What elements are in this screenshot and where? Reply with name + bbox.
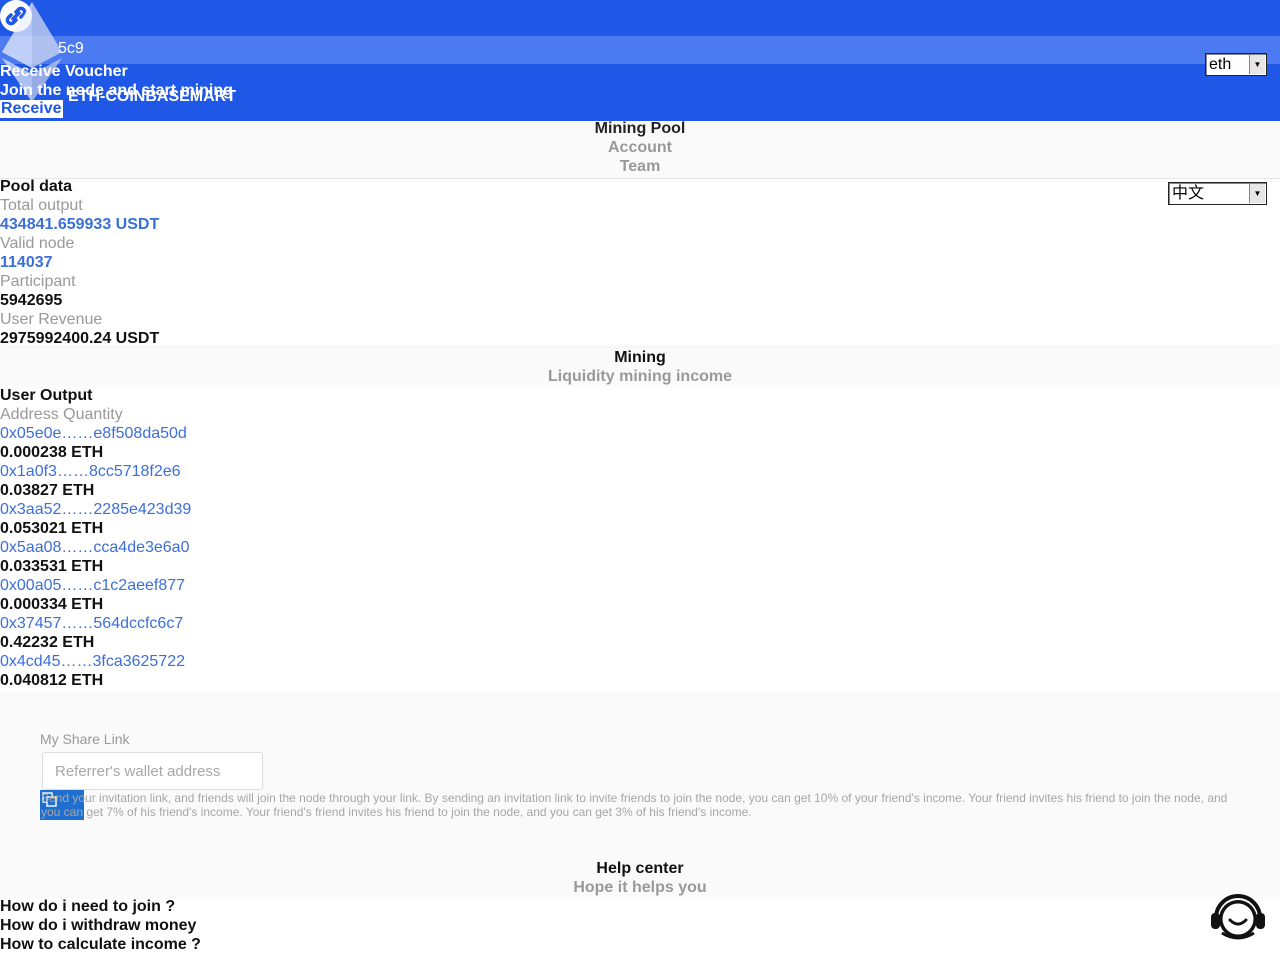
- total-output-label: Total output: [0, 197, 83, 214]
- user-revenue-label: User Revenue: [0, 311, 103, 328]
- share-link-label: My Share Link: [40, 731, 130, 747]
- output-quantity: 0.42232 ETH: [0, 634, 95, 651]
- output-address: 0x37457……564dccfc6c7: [0, 615, 184, 632]
- currency-select-value: eth: [1209, 55, 1232, 73]
- currency-select[interactable]: eth ▼: [1205, 53, 1267, 76]
- output-address: 0x05e0e……e8f508da50d: [0, 425, 187, 442]
- output-quantity: 0.03827 ETH: [0, 482, 95, 499]
- receive-voucher-label: Receive Voucher: [0, 63, 128, 80]
- output-quantity: 0.000238 ETH: [0, 444, 104, 461]
- mining-title: Mining: [614, 349, 666, 366]
- output-address: 0x4cd45……3fca3625722: [0, 653, 186, 670]
- tab-account[interactable]: Account: [0, 138, 1280, 157]
- brand-title: ETH-COINBASEMART: [68, 88, 236, 105]
- output-quantity: 0.033531 ETH: [0, 558, 104, 575]
- customer-support-icon[interactable]: [1210, 892, 1266, 944]
- user-output-columns: Address Quantity: [0, 406, 123, 423]
- language-select[interactable]: 中文 ▼: [1168, 182, 1267, 205]
- help-center-header: Help center Hope it helps you: [0, 849, 1280, 899]
- tab-team[interactable]: Team: [0, 157, 1280, 176]
- referrer-address-input[interactable]: [42, 752, 263, 790]
- pool-data-title: Pool data: [0, 178, 73, 195]
- faq-item[interactable]: How do i need to join ?: [0, 897, 175, 916]
- share-description: Send your invitation link, and friends w…: [41, 791, 1228, 819]
- header-address-band: [0, 36, 1280, 64]
- mining-subtitle: Liquidity mining income: [548, 368, 732, 385]
- header: 5c9 Receive Voucher Join the node and st…: [0, 0, 1280, 121]
- help-subtitle: Hope it helps you: [573, 879, 707, 896]
- language-select-value: 中文: [1172, 184, 1205, 202]
- mining-section-header: Mining Liquidity mining income: [0, 348, 1280, 386]
- chevron-down-icon: ▼: [1249, 55, 1265, 74]
- share-link-section: My Share Link Send your invitation link,…: [0, 692, 1280, 849]
- wallet-address: 5c9: [58, 40, 84, 57]
- output-quantity: 0.053021 ETH: [0, 520, 104, 537]
- valid-node-label: Valid node: [0, 235, 75, 252]
- participant-value: 5942695: [0, 292, 63, 309]
- participant-label: Participant: [0, 273, 76, 290]
- main-tabs: Mining Pool Account Team: [0, 119, 1280, 179]
- user-output-title: User Output: [0, 387, 93, 404]
- user-revenue-value: 2975992400.24 USDT: [0, 330, 160, 347]
- faq-item[interactable]: How do i withdraw money: [0, 916, 196, 935]
- output-quantity: 0.000334 ETH: [0, 596, 104, 613]
- output-address: 0x3aa52……2285e423d39: [0, 501, 192, 518]
- valid-node-value: 114037: [0, 254, 53, 271]
- faq-item[interactable]: How to calculate income ?: [0, 935, 201, 954]
- output-address: 0x1a0f3……8cc5718f2e6: [0, 463, 181, 480]
- output-quantity: 0.040812 ETH: [0, 672, 104, 689]
- total-output-value: 434841.659933 USDT: [0, 216, 160, 233]
- output-address: 0x00a05……c1c2aeef877: [0, 577, 186, 594]
- output-address: 0x5aa08……cca4de3e6a0: [0, 539, 190, 556]
- tab-mining-pool[interactable]: Mining Pool: [0, 119, 1280, 138]
- help-title: Help center: [596, 860, 684, 877]
- chevron-down-icon: ▼: [1249, 184, 1265, 203]
- receive-button[interactable]: Receive: [0, 100, 63, 119]
